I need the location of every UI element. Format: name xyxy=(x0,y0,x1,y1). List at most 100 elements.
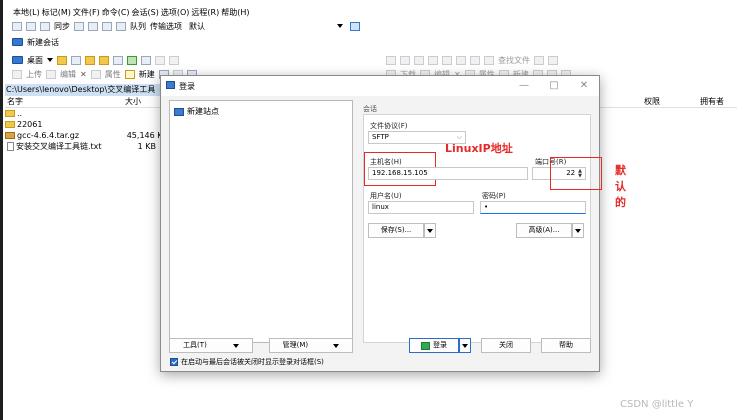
new-button[interactable]: 新建 xyxy=(139,69,155,80)
edit-icon[interactable] xyxy=(46,70,56,79)
remote-toolbar: 查找文件 xyxy=(386,53,558,67)
list-item[interactable]: .. xyxy=(5,108,168,119)
queue-label[interactable]: 队列 xyxy=(130,21,146,32)
save-button-label[interactable]: 保存(S)... xyxy=(368,223,424,238)
compare-icon[interactable] xyxy=(26,21,36,31)
dialog-title: 登录 xyxy=(179,82,195,91)
queue-icon[interactable] xyxy=(116,21,126,31)
remote-back-icon[interactable] xyxy=(534,55,544,65)
menu-options[interactable]: 选项(O) xyxy=(160,7,191,18)
menu-remote[interactable]: 远程(R) xyxy=(190,7,220,18)
host-annotation: LinuxIP地址 xyxy=(445,142,513,155)
host-input[interactable]: 192.168.15.105 xyxy=(368,167,528,180)
remote-find-icon[interactable] xyxy=(484,55,494,65)
list-item[interactable]: 安装交叉编译工具链.txt 1 KB xyxy=(5,141,168,152)
root-dir-icon[interactable] xyxy=(99,55,109,65)
new-icon[interactable] xyxy=(124,70,135,79)
maximize-icon[interactable]: □ xyxy=(544,79,564,93)
remote-home-icon[interactable] xyxy=(456,55,466,65)
menu-mark[interactable]: 标记(M) xyxy=(41,7,72,18)
manage-button-label[interactable]: 管理(M) xyxy=(269,338,353,353)
drive-select[interactable]: 桌面 xyxy=(27,55,43,66)
save-dropdown[interactable] xyxy=(424,223,436,238)
upload-icon[interactable] xyxy=(12,70,22,79)
session-settings: 文件协议(F) SFTP ⌵ 主机名(H) 192.168.15.105 Lin… xyxy=(363,114,602,343)
password-input[interactable]: • xyxy=(480,201,586,214)
new-window-icon[interactable] xyxy=(12,21,22,31)
advanced-button[interactable]: 高级(A)... xyxy=(516,223,584,238)
remote-parent-icon[interactable] xyxy=(428,55,438,65)
find-icon[interactable] xyxy=(141,55,151,65)
login-button[interactable]: 登录 xyxy=(409,338,471,353)
file-name: 安装交叉编译工具链.txt xyxy=(16,142,102,151)
remote-refresh-icon[interactable] xyxy=(470,55,480,65)
startup-checkbox[interactable] xyxy=(170,358,178,366)
rename-icon[interactable] xyxy=(90,70,101,79)
chevron-down-icon[interactable] xyxy=(47,58,53,62)
transfer-mode-select[interactable]: 默认 xyxy=(186,21,346,32)
chevron-down-icon xyxy=(427,228,433,233)
login-icon xyxy=(421,341,430,350)
login-dropdown[interactable] xyxy=(459,338,471,353)
remote-open-icon[interactable] xyxy=(400,55,410,65)
manage-text: 管理(M) xyxy=(282,341,309,349)
settings-icon[interactable] xyxy=(102,21,112,31)
window-edge xyxy=(0,0,3,420)
list-item[interactable]: gcc-4.6.4.tar.gz 45,146 KB xyxy=(5,130,168,141)
remote-filter-icon[interactable] xyxy=(414,55,424,65)
upload-button[interactable]: 上传 xyxy=(26,69,42,80)
tools-button-label[interactable]: 工具(T) xyxy=(169,338,253,353)
back-icon[interactable] xyxy=(155,55,165,65)
delete-icon[interactable]: ✕ xyxy=(80,70,87,79)
properties-button[interactable]: 属性 xyxy=(105,69,121,80)
column-permissions[interactable]: 权限 xyxy=(644,96,660,107)
menu-file[interactable]: 文件(F) xyxy=(72,7,101,18)
computer-icon xyxy=(12,38,23,46)
home-icon[interactable] xyxy=(113,55,123,65)
menu-session[interactable]: 会话(S) xyxy=(131,7,160,18)
site-item-new[interactable]: 新建站点 xyxy=(174,106,219,117)
username-input[interactable]: linux xyxy=(368,201,474,214)
column-name[interactable]: 名字 xyxy=(5,96,125,107)
local-path-bar[interactable]: C:\Users\lenovo\Desktop\交叉编译工具 xyxy=(5,84,168,96)
login-button-label[interactable]: 登录 xyxy=(409,338,459,353)
parent-dir-icon[interactable] xyxy=(85,55,95,65)
sync-icon[interactable] xyxy=(40,21,50,31)
globe-icon[interactable] xyxy=(350,21,360,31)
advanced-dropdown[interactable] xyxy=(572,223,584,238)
help-button[interactable]: 帮助 xyxy=(541,338,591,353)
close-button[interactable]: 关闭 xyxy=(481,338,531,353)
site-list[interactable]: 新建站点 xyxy=(169,100,353,343)
find-files-button[interactable]: 查找文件 xyxy=(498,55,530,66)
close-icon[interactable]: ✕ xyxy=(574,79,594,93)
menu-local[interactable]: 本地(L) xyxy=(12,7,41,18)
edit-button[interactable]: 编辑 xyxy=(60,69,76,80)
chevron-down-icon xyxy=(462,343,468,348)
remote-folder-icon[interactable] xyxy=(386,55,396,65)
filter-icon[interactable] xyxy=(71,55,81,65)
open-folder-icon[interactable] xyxy=(57,55,67,65)
minimize-icon[interactable]: — xyxy=(514,79,534,93)
sync-label[interactable]: 同步 xyxy=(54,21,70,32)
column-owner[interactable]: 拥有者 xyxy=(700,96,724,107)
refresh-icon[interactable] xyxy=(127,55,137,65)
startup-checkbox-row[interactable]: 在启动与最后会话被关闭时显示登录对话框(S) xyxy=(170,357,324,367)
menu-commands[interactable]: 命令(C) xyxy=(101,7,131,18)
list-item[interactable]: 22061 xyxy=(5,119,168,130)
console-icon[interactable] xyxy=(74,21,84,31)
forward-icon[interactable] xyxy=(169,55,179,65)
tools-text: 工具(T) xyxy=(183,341,207,349)
dialog-title-bar[interactable]: 登录 — □ ✕ xyxy=(161,76,599,96)
save-button[interactable]: 保存(S)... xyxy=(368,223,436,238)
terminal-icon[interactable] xyxy=(88,21,98,31)
column-size[interactable]: 大小 xyxy=(125,96,165,107)
tab-new-session[interactable]: 新建会话 xyxy=(12,36,59,48)
advanced-button-label[interactable]: 高级(A)... xyxy=(516,223,572,238)
menu-help[interactable]: 帮助(H) xyxy=(220,7,250,18)
site-label: 新建站点 xyxy=(187,107,219,116)
remote-root-icon[interactable] xyxy=(442,55,452,65)
manage-button[interactable]: 管理(M) xyxy=(269,338,353,353)
remote-forward-icon[interactable] xyxy=(548,55,558,65)
tools-button[interactable]: 工具(T) xyxy=(169,338,253,353)
transfer-mode-value: 默认 xyxy=(189,21,205,31)
